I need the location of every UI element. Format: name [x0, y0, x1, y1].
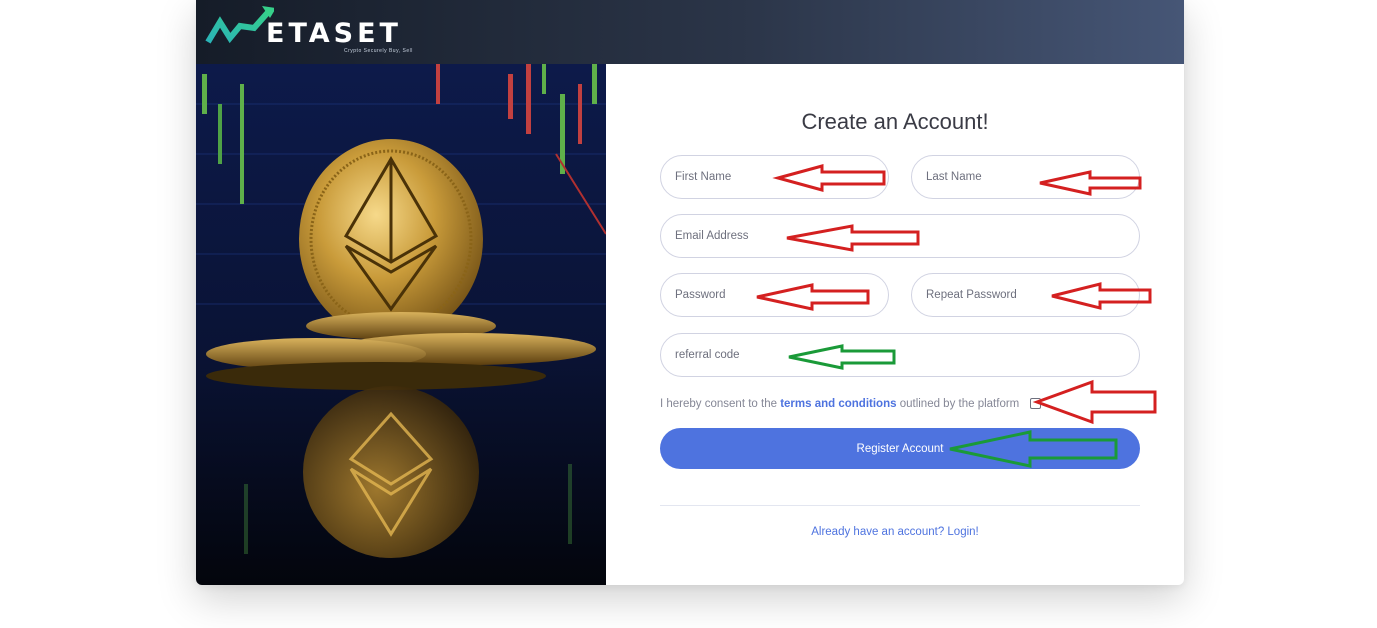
- brand-tagline: Crypto Securely Buy, Sell: [344, 48, 413, 54]
- password-input[interactable]: [660, 273, 889, 317]
- brand-name: ETASET: [266, 18, 402, 49]
- register-button[interactable]: Register Account: [660, 428, 1140, 469]
- terms-checkbox[interactable]: [1030, 398, 1041, 409]
- terms-link[interactable]: terms and conditions: [780, 398, 896, 410]
- repeat-password-input[interactable]: [911, 273, 1140, 317]
- header-bar: ETASET Crypto Securely Buy, Sell: [196, 0, 1184, 64]
- referral-code-input[interactable]: [660, 333, 1140, 377]
- register-form: Create an Account! I hereby consent to t…: [606, 64, 1184, 585]
- last-name-input[interactable]: [911, 155, 1140, 199]
- page-title: Create an Account!: [801, 109, 989, 134]
- email-input[interactable]: [660, 214, 1140, 258]
- brand-logo[interactable]: ETASET Crypto Securely Buy, Sell: [204, 4, 429, 56]
- terms-consent-text: I hereby consent to the terms and condit…: [660, 398, 1019, 410]
- consent-suffix: outlined by the platform: [899, 398, 1020, 410]
- login-link[interactable]: Already have an account? Login!: [606, 526, 1184, 538]
- first-name-input[interactable]: [660, 155, 889, 199]
- divider: [660, 505, 1140, 506]
- ethereum-coin-image: [196, 64, 606, 585]
- rising-arrow-m-icon: [205, 6, 276, 44]
- register-card: ETASET Crypto Securely Buy, Sell Create …: [196, 0, 1184, 585]
- consent-prefix: I hereby consent to the: [660, 398, 777, 410]
